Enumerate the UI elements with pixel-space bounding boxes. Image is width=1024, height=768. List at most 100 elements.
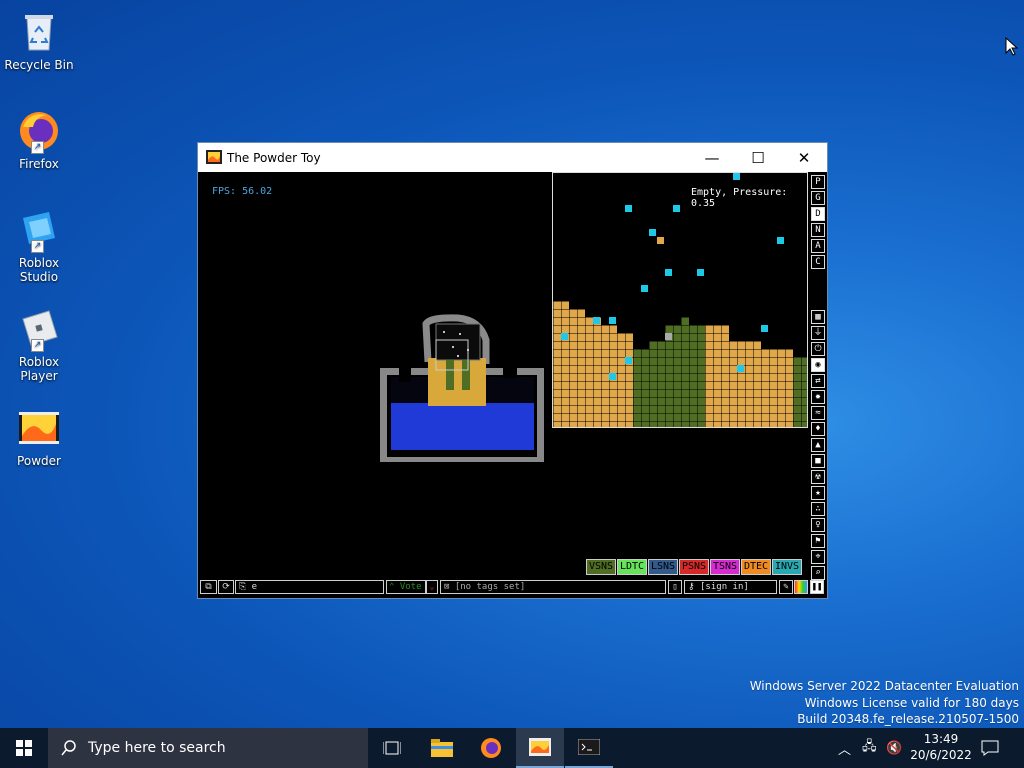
close-button[interactable]: ✕ <box>781 143 827 172</box>
desktop-icon-label: Roblox Player <box>18 355 60 383</box>
element-tsns[interactable]: TSNS <box>710 559 741 575</box>
desktop-icon-roblox-player[interactable]: ↗ Roblox Player <box>0 301 78 383</box>
sign-in-button[interactable]: ⚷ [sign in] <box>684 580 777 594</box>
powder-toy-taskbar-button[interactable] <box>516 728 564 768</box>
taskbar-search[interactable]: Type here to search <box>48 728 368 768</box>
liquid-icon[interactable]: ♦ <box>811 422 825 436</box>
network-button[interactable]: 🖧 <box>862 728 877 768</box>
roblox-player-icon: ↗ <box>17 307 61 352</box>
settings-icon[interactable]: ✎ <box>779 580 793 594</box>
volume-muted-icon: 🔇 <box>886 740 903 756</box>
chevron-up-icon: ︿ <box>838 742 852 758</box>
file-explorer-button[interactable] <box>418 728 466 768</box>
pause-icon[interactable]: ❚❚ <box>810 580 824 594</box>
vote-up-button[interactable]: ⌃ Vote <box>386 580 426 594</box>
firefox-icon: ↗ <box>17 109 61 154</box>
notifications-button[interactable] <box>981 728 999 768</box>
desktop-icon-roblox-studio[interactable]: ↗ Roblox Studio <box>0 202 78 284</box>
terminal-icon <box>578 739 600 755</box>
clock-time: 13:49 <box>923 732 959 746</box>
power-icon[interactable]: ⏻ <box>811 342 825 356</box>
element-lsns[interactable]: LSNS <box>648 559 679 575</box>
open-icon[interactable]: ⧉ <box>200 580 217 594</box>
explosive-icon[interactable]: ✸ <box>811 390 825 404</box>
desktop-icon-firefox[interactable]: ↗ Firefox <box>0 103 78 171</box>
task-view-button[interactable] <box>368 728 416 768</box>
terminal-taskbar-button[interactable] <box>565 728 613 768</box>
tags-text: [no tags set] <box>454 582 526 592</box>
simulation-scene <box>380 314 544 462</box>
tools-icon[interactable]: ⚑ <box>811 534 825 548</box>
reload-icon[interactable]: ⟳ <box>218 580 234 594</box>
special-icon[interactable]: ★ <box>811 486 825 500</box>
solid-icon[interactable]: ■ <box>811 454 825 468</box>
maximize-button[interactable]: ☐ <box>735 143 781 172</box>
desktop-icon-recycle-bin[interactable]: Recycle Bin <box>0 4 78 72</box>
menu-p-button[interactable]: P <box>811 175 825 189</box>
tags-field[interactable]: ⊠ [no tags set] <box>440 580 666 594</box>
minimize-icon: — <box>704 148 720 167</box>
electronics-icon[interactable]: ⏚ <box>811 326 825 340</box>
favorites-icon[interactable]: ⌖ <box>811 550 825 564</box>
notification-icon <box>981 740 999 756</box>
watermark-line-1: Windows Server 2022 Datacenter Evaluatio… <box>749 679 1019 693</box>
simulation-canvas[interactable]: FPS: 56.02 Empty, Pressure: 0.35 VSNS LD… <box>198 172 809 576</box>
element-label: PSNS <box>682 561 707 572</box>
radioactive-icon[interactable]: ☢ <box>811 470 825 484</box>
menu-g-button[interactable]: G <box>811 191 825 205</box>
menu-d-button[interactable]: D <box>811 207 825 221</box>
force-icon[interactable]: ⇄ <box>811 374 825 388</box>
zoom-pixels <box>553 173 807 427</box>
start-button[interactable] <box>0 728 48 768</box>
close-icon: ✕ <box>797 148 811 167</box>
vote-up-icon: ⌃ <box>389 582 395 592</box>
minimize-button[interactable]: — <box>689 143 735 172</box>
sensor-icon[interactable]: ◉ <box>811 358 825 372</box>
menu-letter: D <box>815 209 821 219</box>
clock-date: 20/6/2022 <box>910 748 972 762</box>
powder-toy-icon <box>17 406 61 450</box>
element-invs[interactable]: INVS <box>772 559 803 575</box>
watermark-line-2: Windows License valid for 180 days <box>804 696 1019 710</box>
particles-icon[interactable]: ∴ <box>811 502 825 516</box>
powder-toy-window[interactable]: The Powder Toy — ☐ ✕ FPS: 56.02 Empty, P… <box>197 142 828 599</box>
desktop-icon-label: Roblox Studio <box>18 256 60 284</box>
powder-icon[interactable]: ▲ <box>811 438 825 452</box>
element-ldtc[interactable]: LDTC <box>617 559 648 575</box>
menu-a-button[interactable]: A <box>811 239 825 253</box>
desktop-icon-powder[interactable]: Powder <box>0 400 78 468</box>
element-dtec[interactable]: DTEC <box>741 559 772 575</box>
taskbar: Type here to search ︿ 🖧 🔇 13:49 20/6/202… <box>0 728 1024 768</box>
desktop-icon-label: Firefox <box>19 157 59 171</box>
menu-n-button[interactable]: N <box>811 223 825 237</box>
recycle-bin-icon <box>17 10 61 54</box>
render-options-icon[interactable] <box>794 580 808 594</box>
menu-letter: G <box>815 193 821 203</box>
file-explorer-icon <box>431 739 453 757</box>
clear-sim-icon[interactable]: ▯ <box>668 580 682 594</box>
gas-icon[interactable]: ≈ <box>811 406 825 420</box>
tag-icon: ⊠ <box>444 582 455 592</box>
walls-icon[interactable]: ▦ <box>811 310 825 324</box>
firefox-taskbar-button[interactable] <box>467 728 515 768</box>
firefox-icon <box>481 738 501 758</box>
vote-label: Vote <box>399 582 422 592</box>
title-bar[interactable]: The Powder Toy — ☐ ✕ <box>198 143 827 172</box>
volume-button[interactable]: 🔇 <box>886 728 902 768</box>
search-icon[interactable]: ⌕ <box>811 566 825 580</box>
element-vsns[interactable]: VSNS <box>586 559 617 575</box>
sign-in-label: [sign in] <box>700 582 749 592</box>
clock[interactable]: 13:49 20/6/2022 <box>906 731 976 763</box>
bottom-bar: ⧉ ⟳ ⎘ e ⌃ Vote ⌄ ⊠ [no tags set] ▯ ⚷ [si… <box>198 577 824 597</box>
window-title: The Powder Toy <box>227 151 321 165</box>
show-hidden-icons-button[interactable]: ︿ <box>838 728 851 768</box>
vote-down-button[interactable]: ⌄ <box>426 580 438 594</box>
life-icon[interactable]: ♀ <box>811 518 825 532</box>
menu-c-button[interactable]: C <box>811 255 825 269</box>
powder-toy-icon <box>529 738 551 756</box>
menu-letter: P <box>815 177 821 187</box>
network-icon: 🖧 <box>862 739 877 754</box>
element-psns[interactable]: PSNS <box>679 559 710 575</box>
save-name-field[interactable]: ⎘ e <box>235 580 384 594</box>
menu-letter: N <box>815 225 821 235</box>
